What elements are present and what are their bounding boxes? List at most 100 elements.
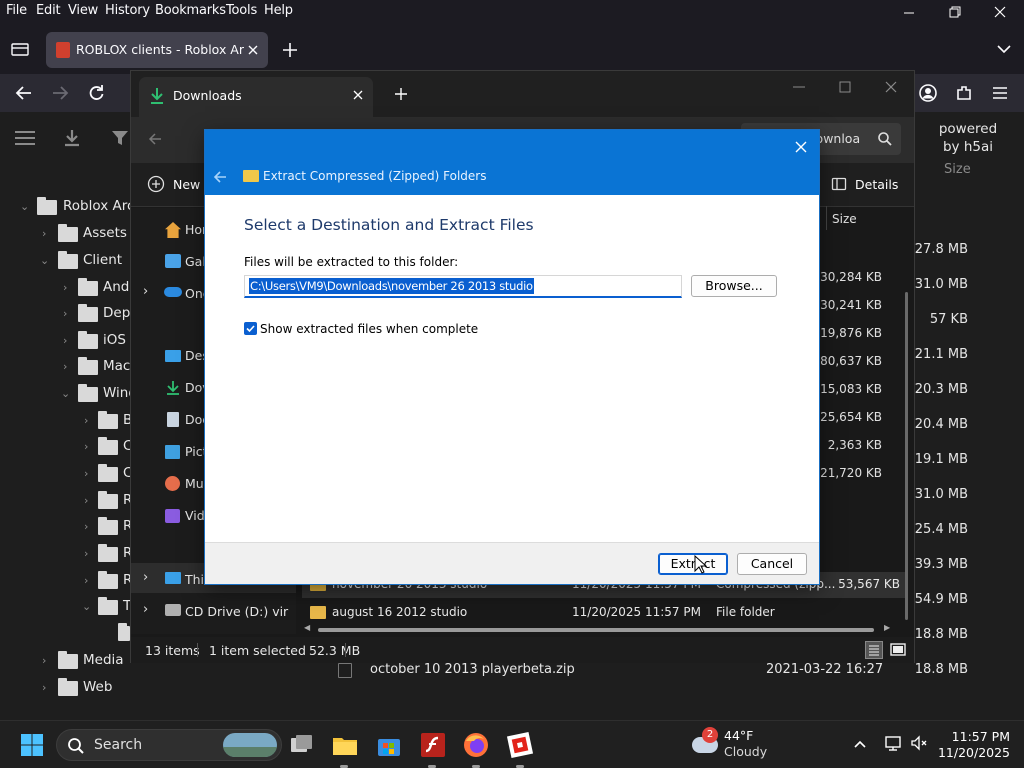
clock-date[interactable]: 11/20/2025 <box>936 745 1010 760</box>
start-icon[interactable] <box>20 733 44 757</box>
tree-chevron-icon[interactable]: › <box>63 281 67 294</box>
nav-item-cd-drive[interactable]: CD Drive (D:) vir <box>185 604 288 619</box>
tree-chevron-icon[interactable]: › <box>84 414 88 427</box>
menu-help[interactable]: Help <box>264 3 293 18</box>
tree-chevron-icon[interactable]: › <box>84 574 88 587</box>
weather-temp: 44°F <box>724 728 754 743</box>
menu-tools[interactable]: Tools <box>226 3 257 18</box>
tree-chevron-icon[interactable]: › <box>84 547 88 560</box>
new-tab-icon[interactable] <box>280 40 300 60</box>
browser-tab[interactable]: ROBLOX clients - Roblox Archiv <box>46 32 268 68</box>
tab-close-icon[interactable] <box>246 43 260 57</box>
tiles-view-icon[interactable] <box>889 641 907 659</box>
tree-chevron-icon[interactable]: › <box>63 334 67 347</box>
list-all-tabs-icon[interactable] <box>995 42 1013 56</box>
roblox-studio-icon[interactable] <box>506 731 534 759</box>
tree-chevron-icon[interactable]: › <box>63 360 67 373</box>
menu-bookmarks[interactable]: Bookmarks <box>155 3 226 18</box>
menu-file[interactable]: File <box>6 3 27 18</box>
horizontal-scrollbar[interactable]: ◀ ▶ <box>304 623 904 634</box>
details-button[interactable]: Details <box>855 177 898 192</box>
scroll-right-icon[interactable]: ▶ <box>884 623 890 632</box>
new-button[interactable]: New <box>173 177 200 192</box>
tree-chevron-icon[interactable]: › <box>84 494 88 507</box>
minimize-icon[interactable] <box>900 4 920 20</box>
tree-chevron-icon[interactable]: ⌄ <box>82 600 91 613</box>
tree-item-media[interactable]: Media <box>83 652 124 668</box>
forward-icon[interactable] <box>50 83 70 103</box>
extensions-icon[interactable] <box>954 83 974 103</box>
reload-icon[interactable] <box>86 83 106 103</box>
explorer-back-icon[interactable] <box>147 131 163 147</box>
menu-history[interactable]: History <box>105 3 150 18</box>
explorer-tab-downloads[interactable]: Downloads <box>139 77 373 117</box>
menu-edit[interactable]: Edit <box>36 3 61 18</box>
download-icon[interactable] <box>62 128 82 148</box>
folder-icon <box>98 571 118 589</box>
show-files-label[interactable]: Show extracted files when complete <box>260 322 478 336</box>
firefox-taskbar-icon[interactable] <box>462 731 490 759</box>
tree-chevron-icon[interactable]: › <box>84 520 88 533</box>
tree-chevron-icon[interactable]: › <box>63 307 67 320</box>
back-icon[interactable] <box>14 83 34 103</box>
details-pane-icon[interactable] <box>831 176 847 192</box>
new-icon[interactable] <box>147 175 165 193</box>
tab-list-icon[interactable] <box>10 40 30 58</box>
scroll-left-icon[interactable]: ◀ <box>304 623 310 632</box>
menu-hamburger-icon[interactable] <box>990 83 1010 103</box>
file-explorer-taskbar-icon[interactable] <box>331 731 359 759</box>
clock-time[interactable]: 11:57 PM <box>944 729 1010 744</box>
file-name[interactable]: october 10 2013 playerbeta.zip <box>370 662 575 677</box>
volume-muted-icon[interactable] <box>910 734 928 752</box>
tree-item-client[interactable]: Client <box>83 252 122 268</box>
explorer-close-icon[interactable] <box>883 79 899 95</box>
tree-item-ios[interactable]: iOS <box>103 332 126 348</box>
nav-item-home[interactable]: Hor <box>185 222 207 237</box>
dialog-back-icon[interactable] <box>212 169 228 185</box>
menu-view[interactable]: View <box>68 3 98 18</box>
browse-button[interactable]: Browse... <box>691 275 777 297</box>
tree-chevron-icon[interactable]: › <box>42 227 46 240</box>
tree-item-assets[interactable]: Assets <box>83 225 127 241</box>
search-icon[interactable] <box>877 131 893 147</box>
filter-icon[interactable] <box>110 128 130 148</box>
tree-item-web[interactable]: Web <box>83 679 112 695</box>
dialog-close-icon[interactable] <box>792 138 810 156</box>
task-view-icon[interactable] <box>288 731 316 759</box>
tree-chevron-icon[interactable]: › <box>42 654 46 667</box>
size-column-header[interactable]: Size <box>832 212 857 226</box>
weather-widget[interactable]: 2 44°F Cloudy <box>690 727 810 763</box>
expand-chevron-icon[interactable]: › <box>143 602 148 617</box>
network-icon[interactable] <box>884 734 902 752</box>
table-row[interactable]: august 16 2012 studio 11/20/2025 11:57 P… <box>302 600 906 626</box>
explorer-tab-close-icon[interactable] <box>351 88 365 102</box>
show-hidden-icons-icon[interactable] <box>852 736 868 752</box>
tree-chevron-icon[interactable]: › <box>84 467 88 480</box>
sidebar-toggle-icon[interactable] <box>14 130 36 146</box>
microsoft-store-icon[interactable] <box>375 731 403 759</box>
close-icon[interactable] <box>990 4 1010 20</box>
expand-chevron-icon[interactable]: › <box>143 284 148 299</box>
tree-item-mac[interactable]: Mac <box>103 358 130 374</box>
explorer-minimize-icon[interactable] <box>791 79 807 95</box>
tree-chevron-icon[interactable]: › <box>84 440 88 453</box>
explorer-new-tab-icon[interactable] <box>393 86 409 102</box>
size-column-header[interactable]: Size <box>944 162 971 177</box>
tree-chevron-icon[interactable]: › <box>42 681 46 694</box>
tree-chevron-icon[interactable]: ⌄ <box>20 200 29 213</box>
scrollbar-thumb[interactable] <box>318 628 874 632</box>
tree-chevron-icon[interactable]: ⌄ <box>61 387 70 400</box>
vertical-scrollbar[interactable] <box>905 292 908 620</box>
tree-chevron-icon[interactable]: ⌄ <box>40 254 49 267</box>
explorer-maximize-icon[interactable] <box>837 79 853 95</box>
powered-by-h5ai[interactable]: powered by h5ai <box>922 120 1014 156</box>
taskbar-search-box[interactable]: Search <box>56 729 282 761</box>
destination-path-input[interactable]: C:\Users\VM9\Downloads\november 26 2013 … <box>244 275 682 298</box>
cancel-button[interactable]: Cancel <box>737 553 807 575</box>
show-files-checkbox[interactable] <box>244 322 257 335</box>
account-icon[interactable] <box>918 83 938 103</box>
expand-chevron-icon[interactable]: › <box>143 570 148 585</box>
flash-player-icon[interactable] <box>419 731 447 759</box>
restore-icon[interactable] <box>945 4 965 20</box>
details-view-icon[interactable] <box>865 641 883 659</box>
